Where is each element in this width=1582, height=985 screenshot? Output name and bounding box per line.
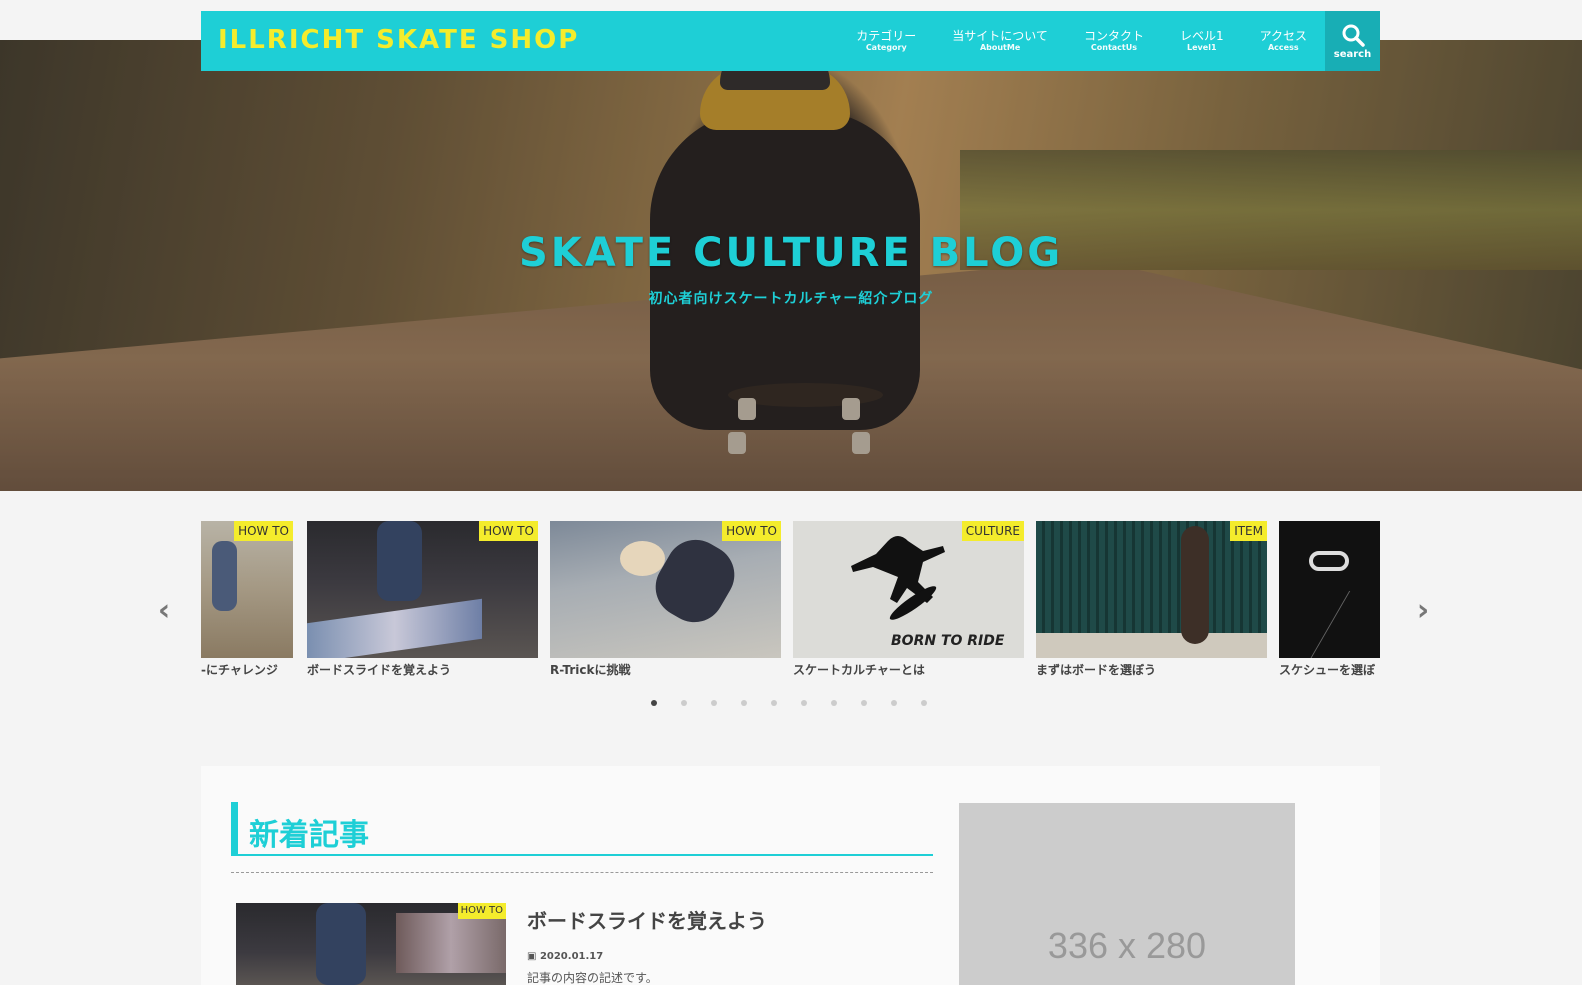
search-button[interactable]: search xyxy=(1325,11,1380,71)
carousel-dot[interactable] xyxy=(681,700,687,706)
nav-label: コンタクト xyxy=(1083,29,1144,43)
nav-item-level1[interactable]: レベル1 Level1 xyxy=(1162,11,1242,71)
post-date-value: 2020.01.17 xyxy=(539,951,604,962)
ad-placeholder[interactable]: 336 x 280 xyxy=(959,803,1295,985)
carousel-slide[interactable]: BORN TO RIDE CULTURE スケートカルチャーとは xyxy=(793,521,1024,681)
slide-title: R-Trickに挑戦 xyxy=(550,663,631,677)
section-heading: 新着記事 xyxy=(231,802,933,873)
carousel-dot[interactable] xyxy=(741,700,747,706)
slide-title: スケートカルチャーとは xyxy=(793,663,925,677)
nav-item-contact[interactable]: コンタクト ContactUs xyxy=(1066,11,1162,71)
slide-thumbnail xyxy=(550,521,781,658)
carousel-dot[interactable] xyxy=(651,700,657,706)
section-accent-bar xyxy=(231,802,238,856)
category-badge: HOW TO xyxy=(722,521,781,541)
hero-title: SKATE CULTURE BLOG xyxy=(518,230,1064,276)
hero-subtitle: 初心者向けスケートカルチャー紹介ブログ xyxy=(648,291,934,307)
carousel-dot[interactable] xyxy=(891,700,897,706)
carousel-dot[interactable] xyxy=(801,700,807,706)
section-divider xyxy=(231,872,933,873)
carousel-slide[interactable]: HOW TO -にチャレンジ xyxy=(201,521,293,681)
nav-item-access[interactable]: アクセス Access xyxy=(1242,11,1325,71)
category-badge: ITEM xyxy=(1230,521,1267,541)
carousel-dot[interactable] xyxy=(831,700,837,706)
hero-banner: SKATE CULTURE BLOG 初心者向けスケートカルチャー紹介ブログ xyxy=(0,40,1582,491)
slide-thumbnail xyxy=(1036,521,1267,658)
carousel-slide[interactable]: スケシューを選ぼ xyxy=(1279,521,1380,681)
section-title: 新着記事 xyxy=(249,818,369,853)
carousel-dot[interactable] xyxy=(711,700,717,706)
slide-title: -にチャレンジ xyxy=(201,663,278,677)
site-logo[interactable]: ILLRICHT SKATE SHOP xyxy=(218,25,579,55)
carousel-dot[interactable] xyxy=(921,700,927,706)
carousel-slide[interactable]: HOW TO R-Trickに挑戦 xyxy=(550,521,781,681)
post-title[interactable]: ボードスライドを覚えよう xyxy=(527,905,767,934)
nav-sublabel: Level1 xyxy=(1187,43,1217,52)
slide-thumbnail xyxy=(201,521,293,658)
slide-title: ボードスライドを覚えよう xyxy=(307,663,452,677)
ad-size-label: 336 x 280 xyxy=(1047,925,1207,966)
global-nav: カテゴリー Category 当サイトについて AboutMe コンタクト Co… xyxy=(838,11,1325,71)
carousel-slide[interactable]: HOW TO ボードスライドを覚えよう xyxy=(307,521,538,681)
site-header: ILLRICHT SKATE SHOP カテゴリー Category 当サイトに… xyxy=(201,11,1380,71)
nav-label: アクセス xyxy=(1259,29,1307,43)
slide-thumbnail xyxy=(307,521,538,658)
nav-label: カテゴリー xyxy=(856,29,917,43)
category-badge: HOW TO xyxy=(234,521,293,541)
slide-thumbnail: BORN TO RIDE xyxy=(793,521,1024,658)
carousel-slide[interactable]: ITEM まずはボードを選ぼう xyxy=(1036,521,1267,681)
section-underline xyxy=(231,854,933,856)
carousel-dot[interactable] xyxy=(861,700,867,706)
slide-title: スケシューを選ぼ xyxy=(1279,663,1376,677)
nav-sublabel: AboutMe xyxy=(979,43,1021,52)
slide-thumbnail xyxy=(1279,521,1380,658)
nav-item-category[interactable]: カテゴリー Category xyxy=(838,11,934,71)
nav-sublabel: Access xyxy=(1267,43,1299,52)
post-excerpt: 記事の内容の記述です。 xyxy=(527,971,658,985)
carousel-prev-button[interactable]: ‹ xyxy=(153,596,175,626)
nav-sublabel: Category xyxy=(865,43,907,52)
nav-label: 当サイトについて xyxy=(952,29,1048,43)
nav-item-about[interactable]: 当サイトについて AboutMe xyxy=(934,11,1066,71)
nav-label: レベル1 xyxy=(1179,29,1224,43)
category-badge: HOW TO xyxy=(457,903,506,919)
search-label: search xyxy=(1333,48,1372,60)
category-badge: CULTURE xyxy=(961,521,1024,541)
calendar-icon: ▣ xyxy=(527,951,540,962)
category-badge: HOW TO xyxy=(479,521,538,541)
post-date: ▣ 2020.01.17 xyxy=(527,951,603,962)
featured-carousel: HOW TO -にチャレンジ HOW TO ボードスライドを覚えよう HOW T… xyxy=(201,521,1380,681)
search-icon xyxy=(1342,24,1365,47)
carousel-dot[interactable] xyxy=(771,700,777,706)
carousel-next-button[interactable]: › xyxy=(1412,596,1434,626)
slide-title: まずはボードを選ぼう xyxy=(1036,663,1157,677)
nav-sublabel: ContactUs xyxy=(1090,43,1137,52)
stencil-text: BORN TO RIDE xyxy=(891,633,1005,649)
post-thumbnail[interactable]: HOW TO xyxy=(236,903,506,985)
carousel-pagination xyxy=(651,700,951,706)
